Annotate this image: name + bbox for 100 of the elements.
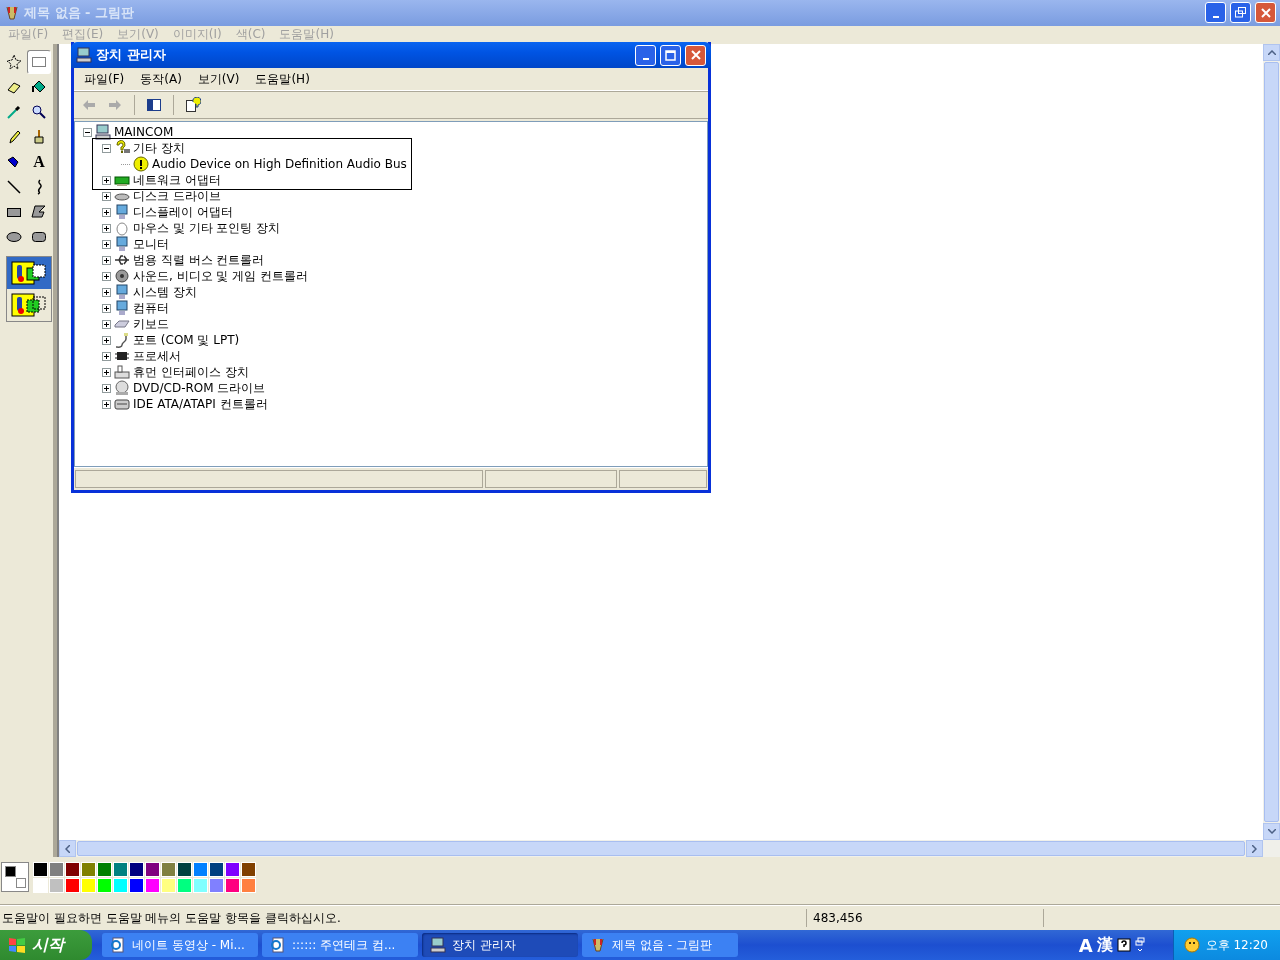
menu-item[interactable]: 파일(F) xyxy=(84,70,125,88)
color-swatch[interactable] xyxy=(129,862,144,878)
color-swatch[interactable] xyxy=(81,878,96,894)
help-icon[interactable] xyxy=(1116,938,1131,952)
close-button[interactable] xyxy=(1255,2,1276,24)
tree-item[interactable]: Audio Device on High Definition Audio Bus xyxy=(152,157,407,171)
tree-item[interactable]: 모니터 xyxy=(133,235,169,253)
tree-item[interactable]: 시스템 장치 xyxy=(133,283,197,301)
horizontal-scrollbar[interactable] xyxy=(59,840,1280,858)
tree-expander[interactable] xyxy=(102,207,111,217)
color-swatch[interactable] xyxy=(113,878,128,894)
restore-button[interactable] xyxy=(1230,2,1251,24)
hanja-indicator[interactable]: 漢 xyxy=(1096,934,1113,956)
taskbar-button[interactable]: 네이트 동영상 - Mi... xyxy=(102,933,258,957)
question-mark-icon xyxy=(114,140,130,156)
tree-item[interactable]: 사운드, 비디오 및 게임 컨트롤러 xyxy=(133,267,309,285)
windows-logo-icon xyxy=(8,936,26,954)
color-swatch[interactable] xyxy=(65,862,80,878)
tree-item[interactable]: IDE ATA/ATAPI 컨트롤러 xyxy=(133,395,268,413)
color-swatch[interactable] xyxy=(161,862,176,878)
color-swatch[interactable] xyxy=(225,878,240,894)
tree-item[interactable]: 마우스 및 기타 포인팅 장치 xyxy=(133,219,281,237)
menu-item[interactable]: 도움말(H) xyxy=(255,70,310,88)
tree-item[interactable]: 디스크 드라이브 xyxy=(133,187,221,205)
taskbar-button[interactable]: :::::: 주연테크 컴... xyxy=(262,933,418,957)
taskbar-button[interactable]: 제목 없음 - 그림판 xyxy=(582,933,738,957)
color-swatch[interactable] xyxy=(129,878,144,894)
color-swatch[interactable] xyxy=(97,862,112,878)
color-swatch[interactable] xyxy=(193,878,208,894)
menu-item[interactable]: 보기(V) xyxy=(197,70,240,88)
tree-expander[interactable] xyxy=(102,255,111,265)
tree-item[interactable]: 포트 (COM 및 LPT) xyxy=(133,331,240,349)
color-swatch[interactable] xyxy=(177,878,192,894)
input-mode-indicator[interactable]: A xyxy=(1078,934,1093,956)
color-swatch[interactable] xyxy=(177,862,192,878)
minimize-button[interactable] xyxy=(1205,2,1226,24)
tree-expander[interactable] xyxy=(102,191,111,201)
maximize-button[interactable] xyxy=(660,44,681,66)
color-swatch[interactable] xyxy=(113,862,128,878)
tree-expander[interactable] xyxy=(102,319,111,329)
minimize-button[interactable] xyxy=(635,44,656,66)
tree-item[interactable]: 기타 장치 xyxy=(133,139,185,157)
color-swatch[interactable] xyxy=(225,862,240,878)
tree-item[interactable]: 프로세서 xyxy=(133,347,181,365)
tree-expander[interactable] xyxy=(102,223,111,233)
taskbar-button[interactable]: 장치 관리자 xyxy=(422,933,578,957)
tree-item[interactable]: 디스플레이 어댑터 xyxy=(133,203,233,221)
menu-item[interactable]: 동작(A) xyxy=(140,70,182,88)
tree-item[interactable]: 네트워크 어댑터 xyxy=(133,171,221,189)
tree-expander[interactable] xyxy=(102,335,111,345)
color-swatch[interactable] xyxy=(49,878,64,894)
smiley-icon[interactable] xyxy=(1183,937,1200,953)
color-swatch[interactable] xyxy=(241,862,256,878)
close-icon xyxy=(1260,8,1271,18)
tree-expander[interactable] xyxy=(102,287,111,297)
line-icon xyxy=(6,178,22,195)
tree-item[interactable]: 키보드 xyxy=(133,315,169,333)
color-swatch[interactable] xyxy=(161,878,176,894)
forward-arrow-icon xyxy=(107,97,123,113)
scroll-right-icon xyxy=(1252,844,1257,853)
color-swatch[interactable] xyxy=(209,862,224,878)
tree-expander[interactable] xyxy=(102,367,111,377)
vertical-scrollbar[interactable] xyxy=(1263,43,1280,841)
tree-expander[interactable] xyxy=(102,143,111,153)
close-button[interactable] xyxy=(685,44,706,66)
restore-icon xyxy=(1235,7,1246,19)
text-tool-glyph: A xyxy=(33,152,45,171)
controller-icon xyxy=(114,396,130,412)
tree-item[interactable]: DVD/CD-ROM 드라이브 xyxy=(133,379,266,397)
transparency-option[interactable] xyxy=(7,256,51,289)
tree-expander[interactable] xyxy=(102,399,111,409)
tree-item[interactable]: MAINCOM xyxy=(114,125,174,139)
color-swatch[interactable] xyxy=(65,878,80,894)
color-swatch[interactable] xyxy=(33,862,48,878)
color-swatch[interactable] xyxy=(81,862,96,878)
tree-expander[interactable] xyxy=(102,175,111,185)
color-swatch[interactable] xyxy=(145,862,160,878)
tree-item[interactable]: 범용 직렬 버스 컨트롤러 xyxy=(133,251,265,269)
color-swatch[interactable] xyxy=(49,862,64,878)
current-colors[interactable] xyxy=(1,862,29,893)
color-swatch[interactable] xyxy=(145,878,160,894)
tree-expander[interactable] xyxy=(83,127,92,137)
minimize-icon xyxy=(642,58,649,60)
start-button[interactable]: 시작 xyxy=(0,930,92,960)
scroll-left-icon xyxy=(65,844,70,853)
scroll-up-icon xyxy=(1267,49,1276,55)
tree-expander[interactable] xyxy=(102,383,111,393)
tree-expander[interactable] xyxy=(102,271,111,281)
color-swatch[interactable] xyxy=(97,878,112,894)
tree-expander[interactable] xyxy=(102,303,111,313)
color-swatch[interactable] xyxy=(33,878,48,894)
color-swatch[interactable] xyxy=(193,862,208,878)
tree-item[interactable]: 컴퓨터 xyxy=(133,299,169,317)
restore-small-icon[interactable] xyxy=(1134,937,1145,953)
color-swatch[interactable] xyxy=(209,878,224,894)
tree-expander[interactable] xyxy=(102,239,111,249)
tree-expander[interactable] xyxy=(102,351,111,361)
color-swatch[interactable] xyxy=(241,878,256,894)
tool-button[interactable]: A xyxy=(27,149,51,174)
tree-item[interactable]: 휴먼 인터페이스 장치 xyxy=(133,363,249,381)
